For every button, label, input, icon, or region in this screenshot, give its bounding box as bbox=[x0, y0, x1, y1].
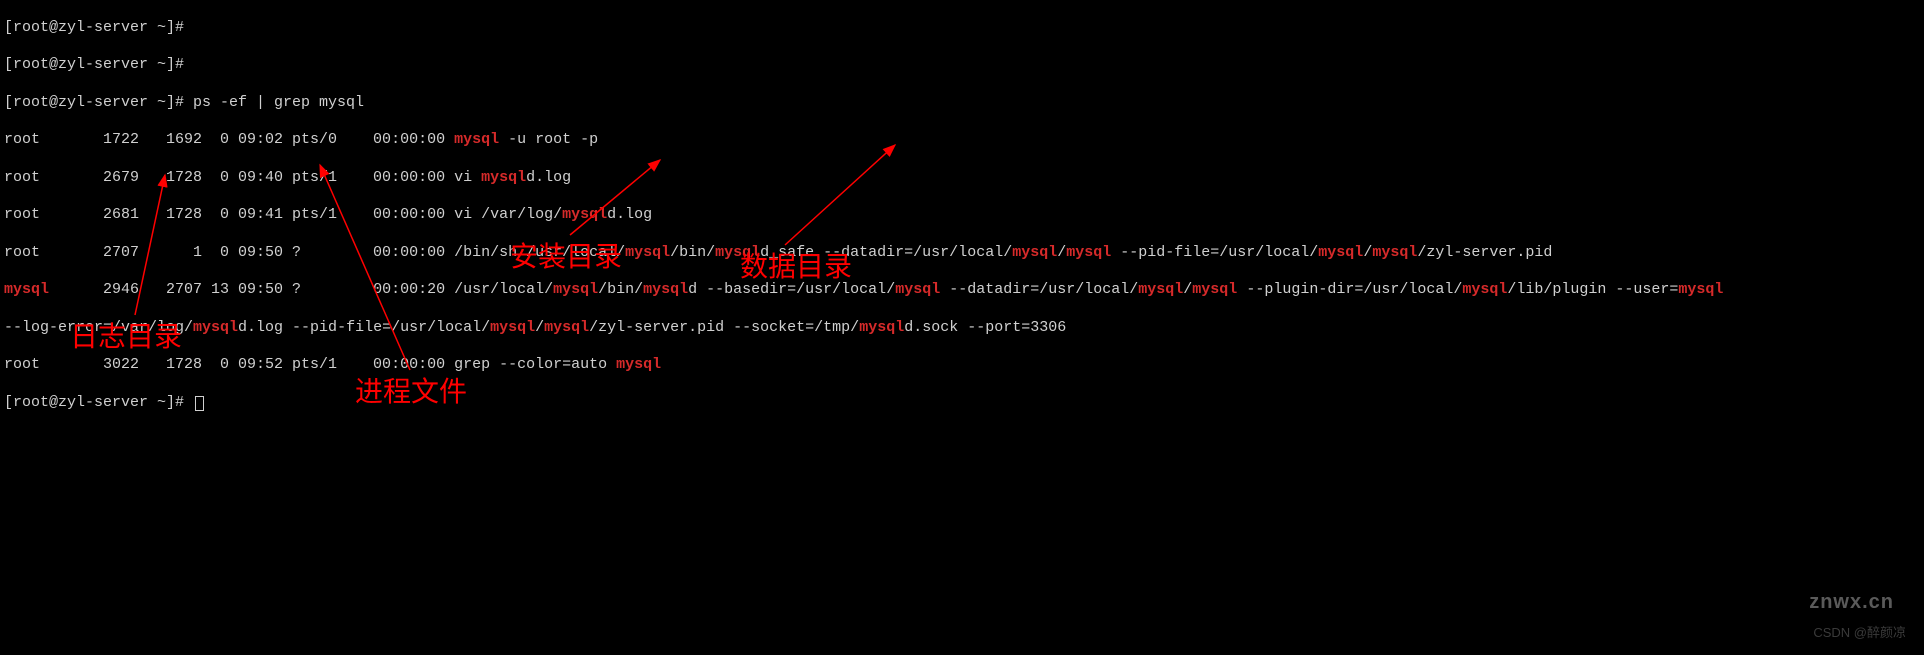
command-line: [root@zyl-server ~]# ps -ef | grep mysql bbox=[4, 94, 1723, 113]
cursor-icon bbox=[195, 396, 204, 411]
prompt-line: [root@zyl-server ~]# bbox=[4, 394, 1723, 413]
ps-row: mysql 2946 2707 13 09:50 ? 00:00:20 /usr… bbox=[4, 281, 1723, 300]
annotation-install-dir: 安装目录 bbox=[510, 240, 622, 275]
annotation-log-dir: 日志目录 bbox=[70, 320, 182, 355]
annotation-process-file: 进程文件 bbox=[355, 375, 467, 410]
prompt-line: [root@zyl-server ~]# bbox=[4, 56, 1723, 75]
terminal-output[interactable]: [root@zyl-server ~]# [root@zyl-server ~]… bbox=[4, 0, 1723, 431]
ps-row: root 2707 1 0 09:50 ? 00:00:00 /bin/sh /… bbox=[4, 244, 1723, 263]
annotation-data-dir: 数据目录 bbox=[740, 250, 852, 285]
ps-row: root 1722 1692 0 09:02 pts/0 00:00:00 my… bbox=[4, 131, 1723, 150]
ps-row: root 2679 1728 0 09:40 pts/1 00:00:00 vi… bbox=[4, 169, 1723, 188]
ps-row: root 3022 1728 0 09:52 pts/1 00:00:00 gr… bbox=[4, 356, 1723, 375]
prompt-line: [root@zyl-server ~]# bbox=[4, 19, 1723, 38]
ps-row: root 2681 1728 0 09:41 pts/1 00:00:00 vi… bbox=[4, 206, 1723, 225]
ps-row: --log-error=/var/log/mysqld.log --pid-fi… bbox=[4, 319, 1723, 338]
watermark-csdn: CSDN @醉颜凉 bbox=[1813, 625, 1906, 641]
watermark-logo: znwx.cn bbox=[1809, 590, 1894, 615]
